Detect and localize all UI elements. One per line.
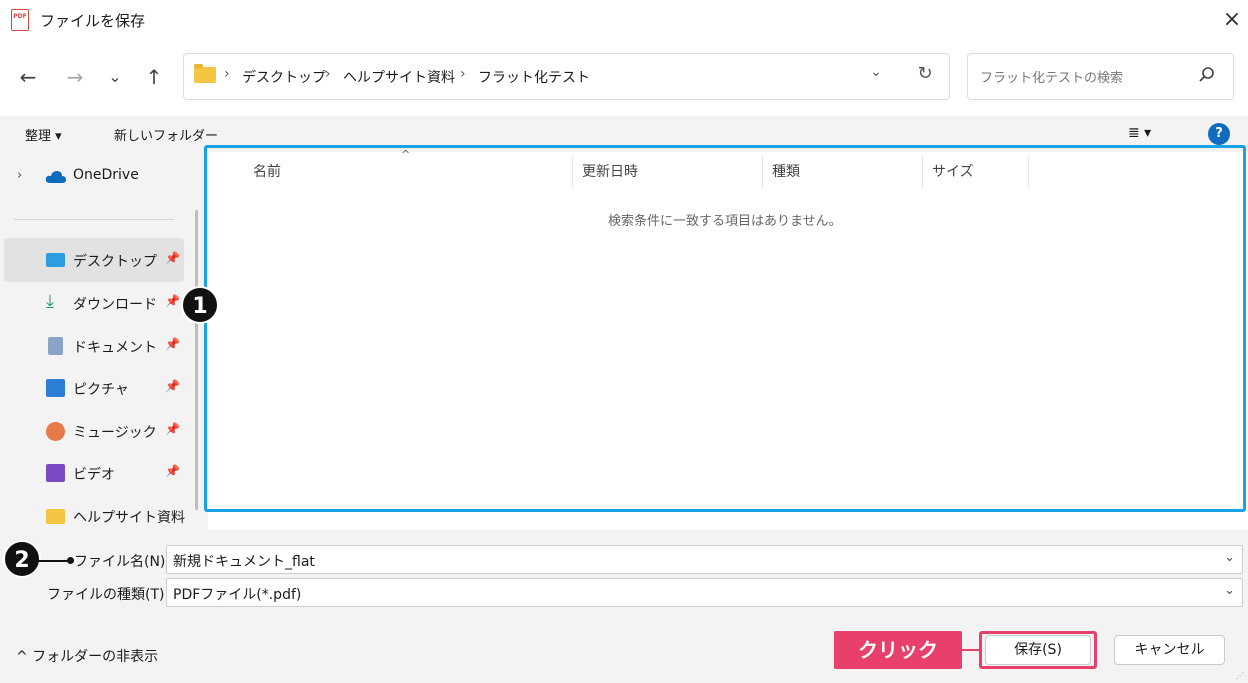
sidebar-item-onedrive[interactable]: OneDrive (73, 167, 139, 183)
search-placeholder: フラット化テストの検索 (980, 71, 1124, 86)
sidebar-item-label: ヘルプサイト資料 (73, 510, 185, 526)
window-title: ファイルを保存 (40, 12, 146, 30)
sidebar-item-label: ピクチャ (73, 382, 129, 398)
back-arrow-icon[interactable]: ← (14, 60, 42, 94)
breadcrumb-desktop[interactable]: デスクトップ (242, 67, 326, 87)
video-icon (46, 464, 65, 482)
hide-folders-toggle[interactable]: ^ フォルダーの非表示 (16, 646, 158, 666)
pin-icon[interactable]: 📌 (165, 422, 180, 436)
search-icon[interactable] (1197, 65, 1217, 85)
download-arrow-icon: ⤓ (46, 291, 54, 312)
step-badge-2: 2 (3, 540, 41, 578)
filename-field[interactable]: 新規ドキュメント_flat ⌄ (166, 545, 1243, 574)
onedrive-cloud-icon (45, 171, 66, 183)
help-icon[interactable]: ? (1208, 123, 1230, 145)
chevron-down-icon[interactable]: ⌄ (1224, 550, 1235, 565)
pin-icon[interactable]: 📌 (165, 379, 180, 393)
up-arrow-icon[interactable]: ↑ (140, 60, 168, 94)
address-dropdown-icon[interactable]: ⌄ (866, 64, 886, 80)
filetype-label: ファイルの種類(T): (47, 587, 170, 603)
pin-icon[interactable]: 📌 (165, 464, 180, 478)
sidebar-item-label: デスクトップ (73, 254, 157, 270)
breadcrumb-flatten-test[interactable]: フラット化テスト (478, 67, 590, 87)
chevron-down-icon[interactable]: ⌄ (1224, 583, 1235, 598)
sidebar-item-label: ミュージック (73, 425, 157, 441)
sidebar-item-music[interactable]: ミュージック 📌 (0, 412, 200, 452)
recent-locations-chevron-icon[interactable]: ⌄ (101, 60, 129, 94)
document-icon (48, 337, 63, 355)
pdf-file-icon: PDF (11, 9, 29, 31)
desktop-icon (46, 253, 65, 267)
filename-value[interactable]: 新規ドキュメント_flat (173, 551, 315, 571)
sidebar-item-pictures[interactable]: ピクチャ 📌 (0, 369, 200, 409)
sidebar-item-documents[interactable]: ドキュメント 📌 (0, 327, 200, 367)
breadcrumb-separator: › (325, 66, 331, 82)
breadcrumb-separator: › (224, 66, 230, 82)
click-callout-line (962, 649, 980, 651)
sidebar-item-label: ドキュメント (73, 340, 157, 356)
filetype-value: PDFファイル(*.pdf) (173, 587, 302, 603)
click-callout-label: クリック (834, 631, 962, 669)
sidebar-item-videos[interactable]: ビデオ 📌 (0, 454, 200, 494)
annotation-leader-dot (67, 557, 74, 564)
music-icon (46, 422, 65, 441)
sidebar-scrollbar[interactable] (195, 210, 198, 510)
folder-icon (46, 509, 65, 524)
close-icon[interactable]: × (1220, 6, 1244, 34)
resize-grip-icon[interactable]: ⋰ (1236, 671, 1244, 680)
sidebar-item-desktop[interactable]: デスクトップ 📌 (0, 241, 200, 281)
save-button-highlight (979, 631, 1097, 669)
pin-icon[interactable]: 📌 (165, 337, 180, 351)
step-badge-1: 1 (181, 286, 219, 324)
file-list-highlight-box (204, 145, 1246, 512)
organize-menu[interactable]: 整理 ▾ (25, 125, 62, 144)
sidebar-item-label: ビデオ (73, 467, 115, 483)
new-folder-button[interactable]: 新しいフォルダー (114, 125, 218, 144)
sidebar-item-downloads[interactable]: ⤓ ダウンロード 📌 (0, 284, 200, 324)
pin-icon[interactable]: 📌 (165, 251, 180, 265)
cancel-button[interactable]: キャンセル (1114, 635, 1225, 665)
refresh-icon[interactable]: ↻ (914, 63, 936, 84)
breadcrumb-separator: › (460, 66, 466, 82)
forward-arrow-icon[interactable]: → (61, 60, 89, 94)
filename-label: ファイル名(N): (74, 554, 171, 570)
pictures-icon (46, 379, 65, 397)
pin-icon[interactable]: 📌 (165, 294, 180, 308)
expand-chevron-icon[interactable]: › (17, 168, 22, 183)
filetype-select[interactable]: PDFファイル(*.pdf) ⌄ (166, 578, 1243, 607)
title-bar (0, 0, 1248, 40)
breadcrumb-help-site-materials[interactable]: ヘルプサイト資料 (343, 67, 455, 87)
sidebar-divider (14, 219, 174, 220)
folder-icon (194, 64, 216, 83)
sidebar-item-label: ダウンロード (73, 297, 157, 313)
view-options-icon[interactable]: ≣ ▾ (1128, 125, 1151, 141)
